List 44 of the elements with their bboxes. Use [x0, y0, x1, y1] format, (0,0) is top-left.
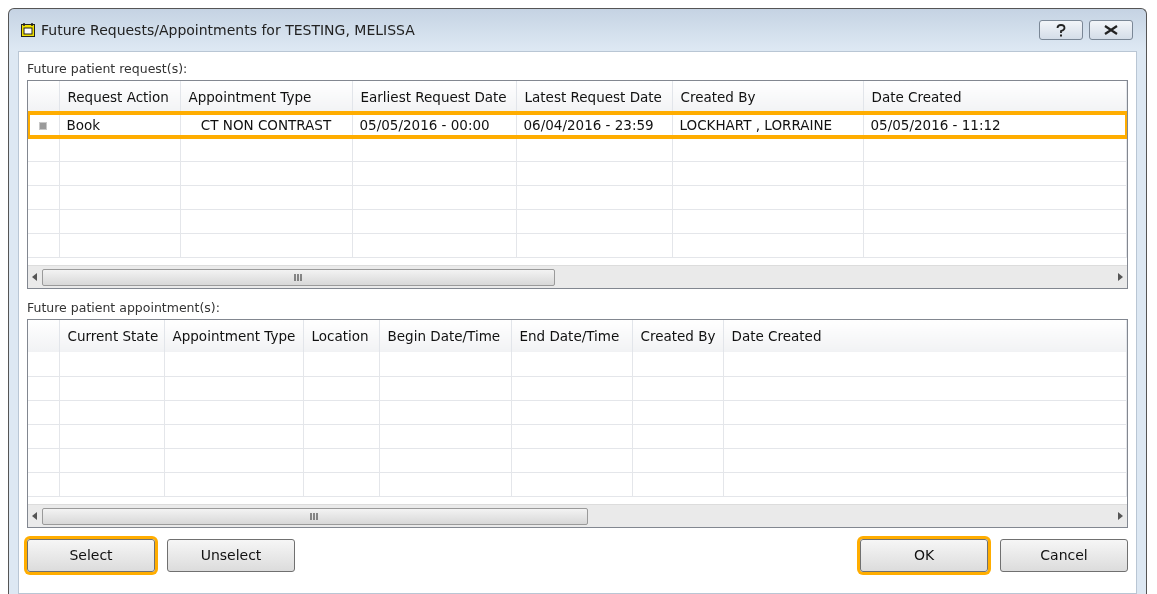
scroll-thumb[interactable] [42, 268, 555, 286]
column-header[interactable]: Appointment Type [180, 81, 352, 113]
scroll-left-icon[interactable] [32, 273, 38, 281]
scroll-thumb[interactable] [42, 507, 588, 525]
horizontal-scrollbar[interactable] [28, 504, 1127, 527]
horizontal-scrollbar[interactable] [28, 265, 1127, 288]
table-cell: 05/05/2016 - 11:12 [863, 113, 1127, 137]
help-icon [1056, 23, 1066, 37]
section-label: Future patient appointment(s): [27, 298, 221, 317]
scroll-right-icon[interactable] [1117, 273, 1123, 281]
column-header[interactable]: Current State [59, 320, 164, 352]
help-button[interactable] [1039, 20, 1083, 40]
column-header[interactable]: Date Created [863, 81, 1127, 113]
grip-icon [310, 512, 320, 520]
grip-icon [293, 273, 303, 281]
column-header[interactable]: Location [303, 320, 379, 352]
select-button[interactable]: Select [27, 538, 155, 572]
section-label: Future patient request(s): [27, 59, 189, 78]
column-header[interactable]: Appointment Type [164, 320, 303, 352]
cancel-button[interactable]: Cancel [1000, 538, 1128, 572]
column-header[interactable]: Earliest Request Date [352, 81, 516, 113]
table-row[interactable]: Book CT NON CONTRAST 05/05/2016 - 00:00 06/04/2016 - 23:59 LOCKHART , LORRAINE 05/05/2016 - 11:12 [28, 113, 1127, 137]
column-header[interactable]: Created By [672, 81, 863, 113]
table-cell: 06/04/2016 - 23:59 [516, 113, 672, 137]
column-header[interactable]: Latest Request Date [516, 81, 672, 113]
column-header[interactable]: End Date/Time [511, 320, 632, 352]
table-cell: LOCKHART , LORRAINE [672, 113, 863, 137]
scroll-right-icon[interactable] [1117, 512, 1123, 520]
calendar-icon [21, 23, 35, 37]
table-cell: 05/05/2016 - 00:00 [352, 113, 516, 137]
table-cell: CT NON CONTRAST [180, 113, 352, 137]
column-header[interactable]: Created By [632, 320, 723, 352]
column-header[interactable]: Begin Date/Time [379, 320, 511, 352]
row-header-corner [28, 81, 59, 113]
window-title: Future Requests/Appointments for TESTING, MELISSA [41, 22, 416, 38]
table-cell: Book [59, 113, 180, 137]
ok-button[interactable]: OK [860, 538, 988, 572]
scroll-left-icon[interactable] [32, 512, 38, 520]
unselect-button[interactable]: Unselect [167, 538, 295, 572]
column-header[interactable]: Request Action [59, 81, 180, 113]
row-selector-icon [39, 121, 48, 130]
close-icon [1104, 25, 1118, 35]
column-header[interactable]: Date Created [723, 320, 1127, 352]
close-button[interactable] [1089, 20, 1133, 40]
